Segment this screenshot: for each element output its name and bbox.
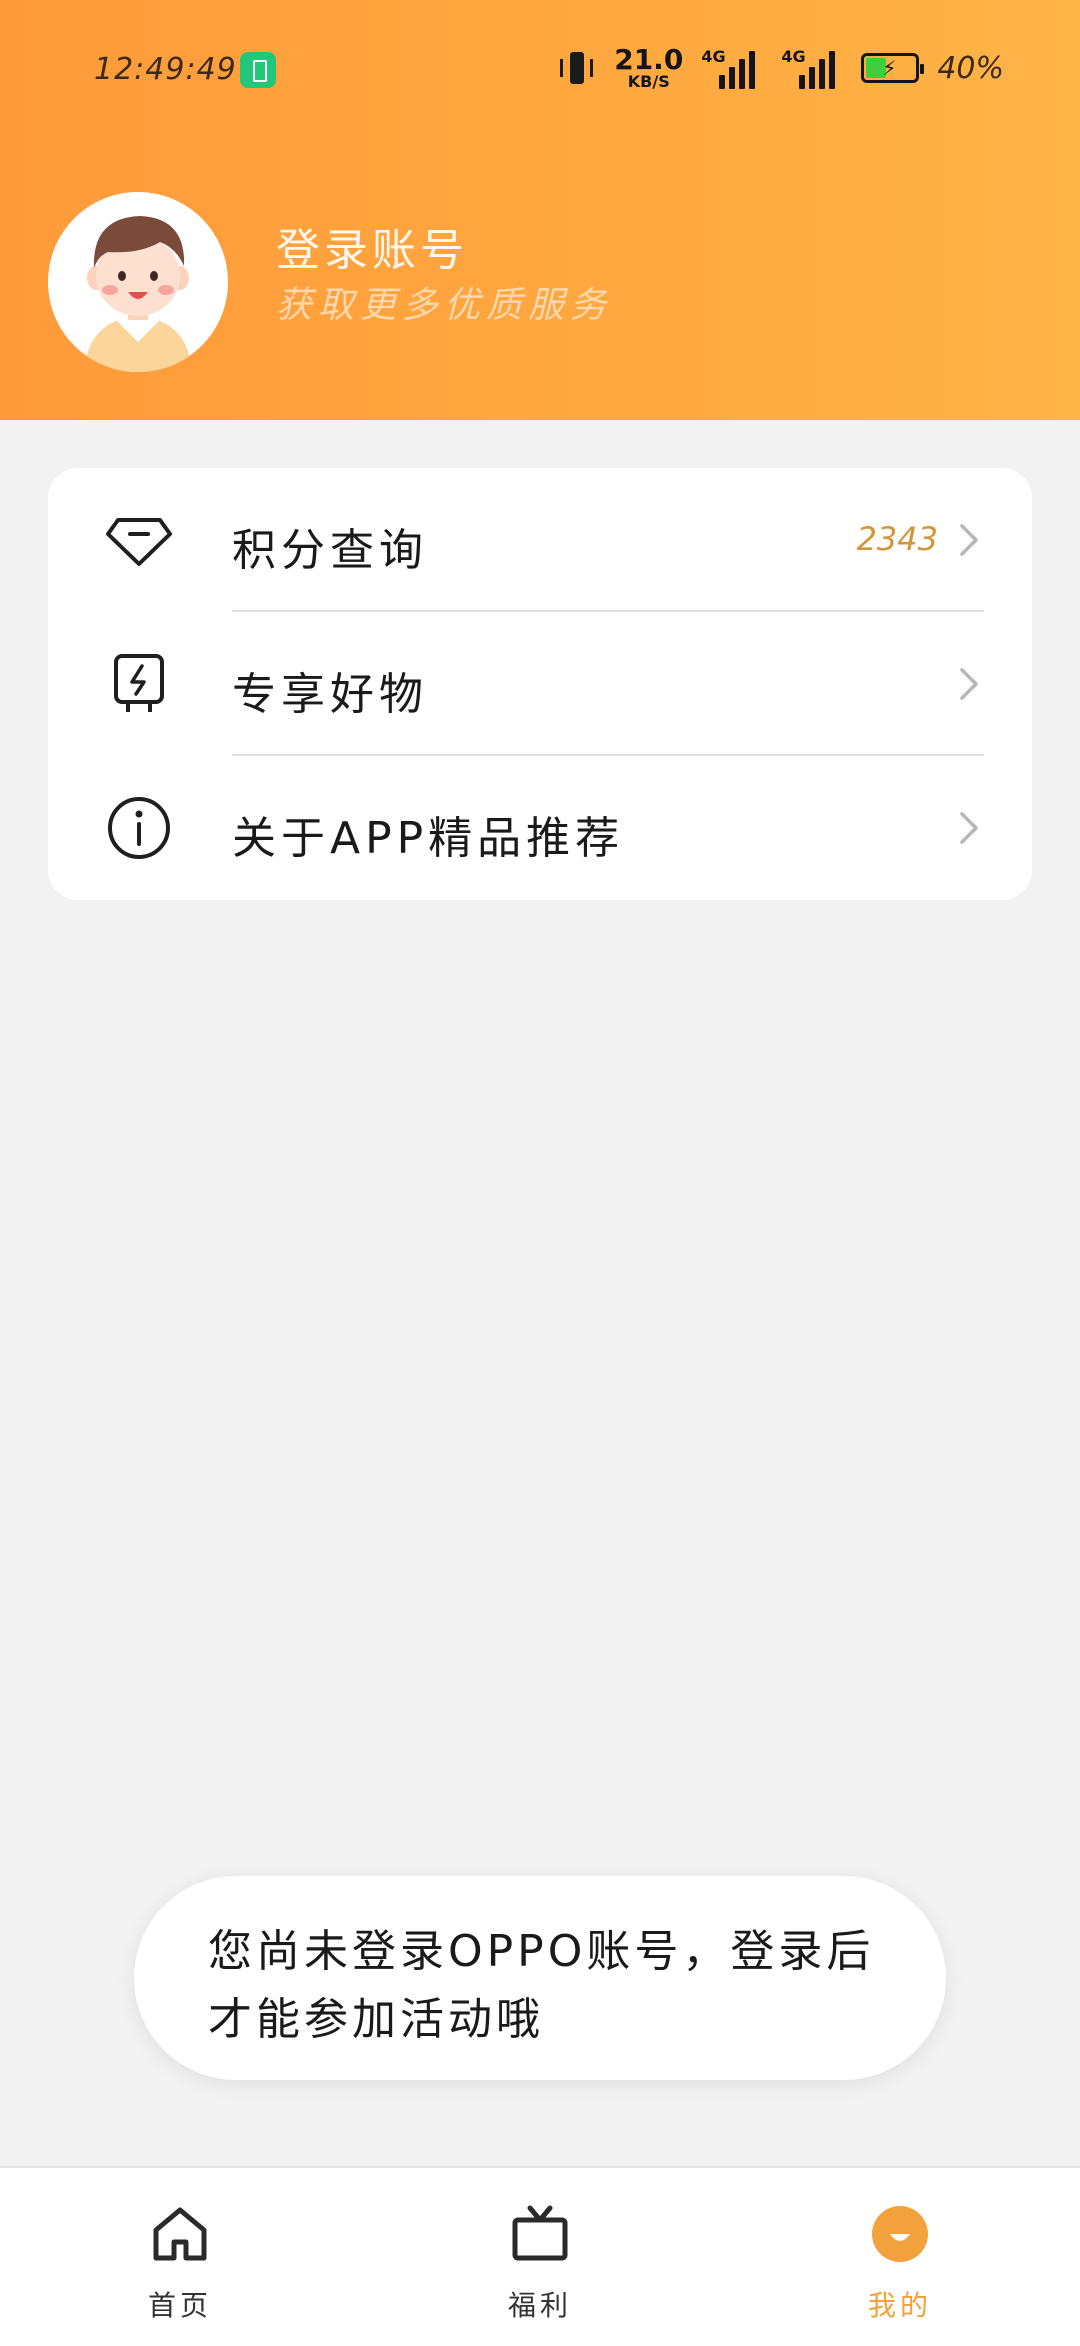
signal-1-label: 4G <box>701 47 726 66</box>
app-notification-icon <box>240 52 276 88</box>
plug-icon <box>104 652 174 716</box>
chevron-right-icon <box>950 666 986 702</box>
signal-2-label: 4G <box>781 47 806 66</box>
nav-item-welfare-label: 福利 <box>507 2289 572 2322</box>
menu-item-points-label: 积分查询 <box>232 525 428 576</box>
home-icon <box>150 2204 210 2264</box>
signal-2-icon: 4G <box>781 47 843 89</box>
menu-item-points[interactable]: 积分查询 2343 <box>48 468 1032 612</box>
toast-message: 您尚未登录OPPO账号，登录后才能参加活动哦 <box>208 1926 875 2045</box>
charging-bolt-icon: ⚡ <box>882 56 897 80</box>
profile-header: 12:49:49 21.0 KB/S 4G 4G ⚡ 40% 登录账号 获取更多… <box>0 0 1080 420</box>
menu-card: 积分查询 2343 专享好物 关于APP精品推荐 <box>48 468 1032 900</box>
battery-icon: ⚡ <box>861 53 925 83</box>
diamond-icon <box>104 508 174 572</box>
smile-icon <box>870 2204 930 2264</box>
avatar-illustration <box>48 192 228 372</box>
info-icon <box>104 796 174 860</box>
status-time: 12:49:49 <box>94 52 237 87</box>
nav-item-mine[interactable]: 我的 <box>820 2204 980 2324</box>
nav-item-welfare[interactable]: 福利 <box>460 2204 620 2324</box>
nav-item-home-label: 首页 <box>147 2289 212 2322</box>
status-indicators: 21.0 KB/S 4G 4G ⚡ 40% <box>558 46 1004 90</box>
signal-1-icon: 4G <box>701 47 763 89</box>
nav-item-mine-label: 我的 <box>867 2289 932 2322</box>
chevron-right-icon <box>950 522 986 558</box>
login-title[interactable]: 登录账号 <box>276 214 468 278</box>
network-speed-unit: KB/S <box>627 72 670 91</box>
network-speed-value: 21.0 <box>614 43 684 76</box>
bottom-nav: 首页 福利 我的 <box>0 2166 1080 2346</box>
network-speed: 21.0 KB/S <box>614 46 683 90</box>
menu-item-exclusive-goods-label: 专享好物 <box>232 669 428 720</box>
points-value: 2343 <box>856 520 938 558</box>
nav-item-home[interactable]: 首页 <box>100 2204 260 2324</box>
login-required-toast: 您尚未登录OPPO账号，登录后才能参加活动哦 <box>134 1876 946 2080</box>
menu-item-about-label: 关于APP精品推荐 <box>232 813 625 864</box>
menu-item-exclusive-goods[interactable]: 专享好物 <box>48 612 1032 756</box>
login-subtitle: 获取更多优质服务 <box>276 285 613 326</box>
tv-icon <box>510 2204 570 2264</box>
vibrate-icon <box>558 49 596 87</box>
chevron-right-icon <box>950 810 986 846</box>
battery-percent: 40% <box>937 50 1004 86</box>
status-bar: 12:49:49 21.0 KB/S 4G 4G ⚡ 40% <box>0 0 1080 140</box>
avatar[interactable] <box>48 192 228 372</box>
menu-item-about[interactable]: 关于APP精品推荐 <box>48 756 1032 900</box>
